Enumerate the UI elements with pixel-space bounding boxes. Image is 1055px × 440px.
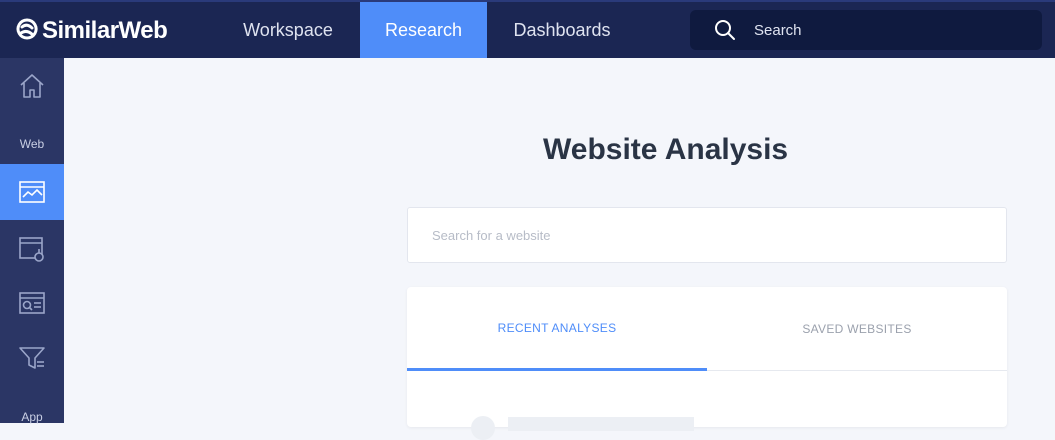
funnel-analysis-icon: [19, 347, 45, 369]
similarweb-logo[interactable]: SimilarWeb: [16, 16, 168, 46]
website-analysis-icon: [19, 181, 45, 203]
sidebar-item-segment-analysis[interactable]: [0, 221, 64, 277]
sidebar-section-web: Web: [19, 137, 45, 151]
website-search-input[interactable]: [432, 227, 1006, 243]
sidebar-item-funnel-analysis[interactable]: [0, 330, 64, 386]
search-label: Search: [754, 21, 802, 39]
analyses-card: RECENT ANALYSES SAVED WEBSITES: [407, 287, 1007, 440]
loading-placeholder-bar: [508, 417, 694, 431]
sidebar-item-website-analysis[interactable]: [0, 164, 64, 220]
segment-analysis-icon: [19, 237, 44, 262]
keyword-research-icon: [19, 292, 45, 314]
tab-saved-websites[interactable]: SAVED WEBSITES: [707, 287, 1007, 371]
nav-tab-dashboards[interactable]: Dashboards: [488, 2, 636, 58]
sidebar-item-home[interactable]: [0, 58, 64, 114]
tab-recent-analyses[interactable]: RECENT ANALYSES: [407, 287, 707, 371]
home-icon: [20, 74, 44, 98]
loading-placeholder-avatar: [471, 416, 495, 440]
similarweb-logo-icon: [16, 18, 38, 40]
top-navigation-bar: SimilarWeb Workspace Research Dashboards…: [0, 0, 1055, 58]
nav-tab-workspace[interactable]: Workspace: [218, 2, 358, 58]
global-search[interactable]: Search: [690, 10, 1042, 50]
sidebar-section-app: App: [21, 410, 43, 424]
nav-tab-research[interactable]: Research: [360, 2, 487, 58]
website-search-field[interactable]: [407, 207, 1007, 263]
sidebar: Web App: [0, 58, 64, 424]
sidebar-item-keyword-research[interactable]: [0, 276, 64, 332]
search-icon: [715, 20, 735, 40]
brand-name: SimilarWeb: [42, 17, 168, 44]
page-title: Website Analysis: [543, 133, 789, 166]
